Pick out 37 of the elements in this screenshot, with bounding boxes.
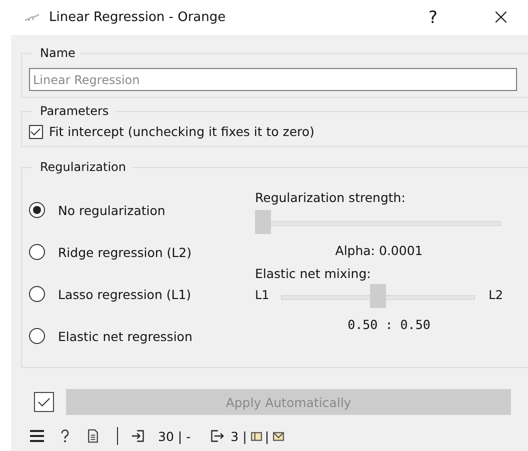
separator: | — [242, 428, 247, 444]
table-icon — [250, 430, 262, 442]
group-title: Name — [32, 46, 82, 60]
scatter-icon — [25, 14, 39, 22]
group-title: Regularization — [32, 160, 132, 174]
slider-thumb[interactable] — [255, 210, 271, 234]
group-title: Parameters — [32, 104, 115, 118]
input-icon — [130, 429, 146, 443]
alpha-reading: Alpha: 0.0001 — [335, 243, 423, 258]
document-icon[interactable] — [85, 429, 101, 443]
separator: | — [264, 428, 270, 444]
slider-end-label: L2 — [488, 288, 503, 302]
input-detail: - — [186, 428, 191, 444]
window-title: Linear Regression - Orange — [49, 10, 226, 25]
radio-button[interactable] — [29, 244, 45, 260]
radio-label[interactable]: Ridge regression (L2) — [58, 244, 192, 260]
input-count: 30 — [158, 428, 174, 444]
radio-label[interactable]: Lasso regression (L1) — [58, 286, 192, 302]
radio-button[interactable] — [29, 286, 45, 302]
radio-button[interactable] — [29, 328, 45, 344]
slider-label: Regularization strength: — [255, 190, 406, 205]
close-button[interactable]: × — [486, 5, 516, 30]
radio-label[interactable]: No regularization — [58, 202, 166, 218]
mixing-reading: 0.50 : 0.50 — [348, 317, 430, 332]
name-field[interactable]: Linear Regression — [29, 68, 517, 91]
slider-label: Elastic net mixing: — [255, 266, 372, 281]
slider-thumb[interactable] — [370, 284, 386, 308]
checkbox[interactable] — [29, 124, 43, 138]
slider-end-label: L1 — [255, 288, 270, 302]
output-count: 3 — [230, 428, 239, 444]
menu-icon[interactable] — [29, 429, 45, 443]
model-icon — [273, 430, 284, 442]
radio-button[interactable] — [29, 202, 45, 218]
separator: | — [178, 428, 182, 444]
help-button[interactable]: ? — [418, 8, 448, 28]
output-icon — [208, 429, 225, 443]
radio-label[interactable]: Elastic net regression — [58, 328, 192, 344]
